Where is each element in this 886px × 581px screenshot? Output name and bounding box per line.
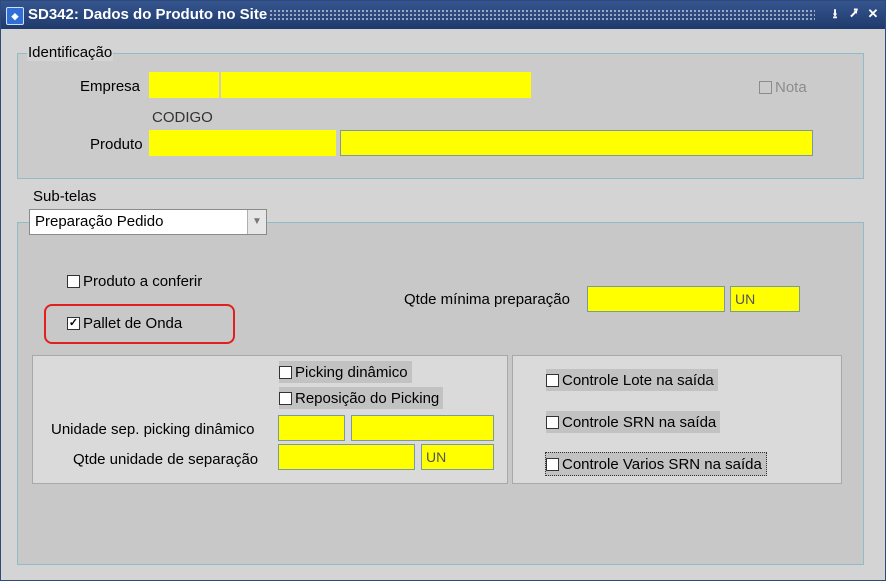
window-title: SD342: Dados do Produto no Site [28,6,268,23]
reposicao-picking-label: Reposição do Picking [295,389,440,407]
produto-a-conferir-checkbox[interactable]: Produto a conferir [67,270,202,292]
subtela-select[interactable]: Preparação Pedido ▼ [29,209,267,235]
title-bar-grip [269,9,815,21]
app-window: ◆ SD342: Dados do Produto no Site ⭳ ⭷ ✕ … [0,0,886,581]
unidade-sep-code-field[interactable] [278,415,345,441]
nota-checkbox[interactable]: Nota [759,76,807,98]
qtde-unidade-label: Qtde unidade de separação [73,451,259,468]
qtde-minima-label: Qtde mínima preparação [404,291,570,308]
empresa-name-field[interactable] [221,72,531,98]
checkbox-icon [279,391,292,405]
maximize-icon[interactable]: ⭷ [846,6,862,22]
title-bar[interactable]: ◆ SD342: Dados do Produto no Site ⭳ ⭷ ✕ [1,1,885,29]
minimize-icon[interactable]: ⭳ [827,6,843,22]
pallet-de-onda-checkbox[interactable]: ✓ Pallet de Onda [67,312,182,334]
picking-dinamico-label: Picking dinâmico [295,363,408,381]
subtela-selected-value: Preparação Pedido [35,213,164,230]
checkbox-icon [546,415,559,429]
controle-lote-label: Controle Lote na saída [562,371,714,389]
unidade-sep-desc-field[interactable] [351,415,494,441]
codigo-column-header: CODIGO [152,109,213,126]
oracle-forms-icon: ◆ [6,7,24,25]
produto-desc-field[interactable] [340,130,813,156]
controle-srn-label: Controle SRN na saída [562,413,717,431]
checkbox-icon [546,373,559,387]
produto-label: Produto [90,136,143,153]
produto-code-field[interactable] [149,130,336,156]
subtelas-label: Sub-telas [33,188,97,205]
qtde-unidade-unit-field[interactable]: UN [421,444,494,470]
qtde-unidade-field[interactable] [278,444,415,470]
pallet-de-onda-label: Pallet de Onda [83,314,183,332]
controle-varios-srn-checkbox[interactable]: Controle Varios SRN na saída [545,452,767,476]
identificacao-group-label: Identificação [27,44,114,61]
picking-dinamico-checkbox[interactable]: Picking dinâmico [279,361,412,383]
produto-a-conferir-label: Produto a conferir [83,272,203,290]
controle-lote-checkbox[interactable]: Controle Lote na saída [546,369,718,391]
checkbox-icon [759,80,772,94]
reposicao-picking-checkbox[interactable]: Reposição do Picking [279,387,444,409]
controle-srn-checkbox[interactable]: Controle SRN na saída [546,411,721,433]
checkbox-icon [279,365,292,379]
chevron-down-icon[interactable]: ▼ [247,210,266,234]
empresa-code-field[interactable] [149,72,219,98]
empresa-label: Empresa [80,78,141,95]
checkbox-icon [67,274,80,288]
checkmark-icon: ✓ [67,316,80,330]
close-icon[interactable]: ✕ [865,6,881,22]
qtde-minima-field[interactable] [587,286,725,312]
unidade-sep-label: Unidade sep. picking dinâmico [51,421,255,438]
controle-varios-srn-label: Controle Varios SRN na saída [562,455,762,473]
qtde-minima-unit-field[interactable]: UN [730,286,800,312]
checkbox-icon [546,457,559,471]
nota-label: Nota [775,78,807,96]
